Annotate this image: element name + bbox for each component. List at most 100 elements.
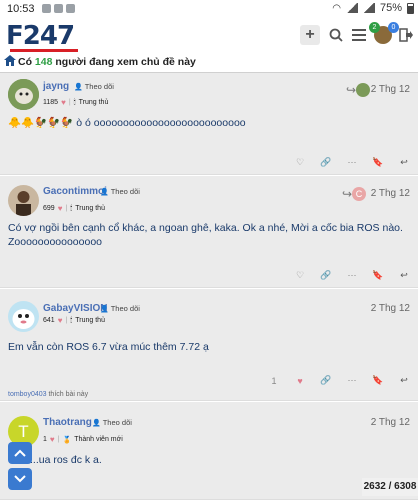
follow-button[interactable]: Theo dõi	[100, 304, 140, 313]
separator: |	[65, 317, 68, 324]
more-icon[interactable]: ⋯	[346, 157, 358, 168]
post-actions: ♡ 🔗 ⋯ 🔖 ↩	[294, 270, 410, 281]
site-header: F247 + 2 0	[0, 18, 418, 52]
link-icon[interactable]: 🔗	[320, 157, 332, 168]
liked-by-text: thích bài này	[48, 391, 89, 398]
rank-icon: 🕯	[70, 204, 73, 212]
status-bar: 10:53 ◠ 75%	[0, 0, 418, 18]
reply-icon[interactable]: ↩	[398, 375, 410, 386]
follow-button[interactable]: Theo dõi	[92, 418, 132, 427]
rank-icon: 🕯	[70, 316, 73, 324]
status-time: 10:53	[7, 3, 35, 15]
notification-badge: 2	[369, 22, 380, 33]
like-count[interactable]: 1	[268, 376, 280, 386]
avatar[interactable]	[8, 301, 39, 332]
reply-icon[interactable]: ↩	[398, 157, 410, 168]
more-icon[interactable]: ⋯	[346, 270, 358, 281]
post-content: 🐥🐥🐓🐓🐓 ò ó oooooooooooooooooooooooooo	[8, 117, 246, 129]
link-icon[interactable]: 🔗	[320, 375, 332, 386]
liked-by-line: tomboy0403 thích bài này	[8, 391, 88, 398]
follow-button[interactable]: Theo dõi	[100, 187, 140, 196]
like-icon[interactable]: ♥	[294, 376, 306, 386]
post-item: GabayVISION Theo dõi 641 ♥ | 🕯 Trung thủ…	[0, 289, 418, 401]
separator: |	[57, 436, 60, 443]
user-meta: 1 ♥ | 🏅 Thành viên mới	[43, 435, 123, 444]
rank-icon: 🏅	[62, 436, 72, 444]
post-actions: ♡ 🔗 ⋯ 🔖 ↩	[294, 157, 410, 168]
heart-icon: ♥	[49, 435, 55, 444]
online-suffix: người đang xem chủ đề này	[55, 56, 196, 68]
more-icon[interactable]: ⋯	[346, 375, 358, 386]
reply-icon[interactable]: ↩	[398, 270, 410, 281]
logout-icon[interactable]	[396, 25, 416, 45]
post-actions: 1 ♥ 🔗 ⋯ 🔖 ↩	[268, 375, 410, 386]
user-rank: Trung thủ	[75, 205, 105, 212]
heart-icon: ♥	[57, 204, 63, 213]
link-icon[interactable]: 🔗	[320, 270, 332, 281]
like-total: 641	[43, 317, 55, 324]
user-meta: 699 ♥ | 🕯 Trung thủ	[43, 204, 105, 213]
like-total: 699	[43, 205, 55, 212]
online-viewers: Có 148 người đang xem chủ đề này	[0, 54, 418, 70]
post-date[interactable]: 2 Thg 12	[371, 84, 410, 95]
liked-by-user[interactable]: tomboy0403	[8, 391, 47, 398]
post-item: jayng Theo dõi 1185 ♥ | 🕯 Trung thủ ↪ 2 …	[0, 73, 418, 175]
logo-underline	[10, 49, 78, 52]
like-total: 1	[43, 436, 47, 443]
avatar[interactable]	[8, 79, 39, 110]
post-item: T Thaotrang Theo dõi 1 ♥ | 🏅 Thành viên …	[0, 402, 418, 500]
new-topic-button[interactable]: +	[300, 25, 320, 45]
site-logo[interactable]: F247	[6, 21, 75, 51]
battery-icon	[407, 2, 414, 14]
avatar[interactable]	[8, 185, 39, 216]
signal-icon	[345, 3, 358, 13]
user-meta: 641 ♥ | 🕯 Trung thủ	[43, 316, 105, 325]
bookmark-icon[interactable]: 🔖	[372, 157, 384, 168]
user-meta: 1185 ♥ | 🕯 Trung thủ	[43, 98, 108, 107]
menu-icon[interactable]	[349, 25, 369, 45]
user-rank: Trung thủ	[78, 99, 109, 106]
like-icon[interactable]: ♡	[294, 157, 306, 168]
follow-button[interactable]: Theo dõi	[74, 82, 114, 91]
heart-icon: ♥	[61, 98, 66, 107]
rank-icon: 🕯	[73, 98, 76, 106]
post-date[interactable]: 2 Thg 12	[371, 417, 410, 428]
user-rank: Trung thủ	[75, 317, 105, 324]
post-progress-counter[interactable]: 2632 / 6308	[362, 478, 418, 496]
bookmark-icon[interactable]: 🔖	[372, 270, 384, 281]
home-icon[interactable]	[4, 55, 16, 69]
separator: |	[68, 99, 71, 106]
username-link[interactable]: Gacontimmoi	[43, 186, 107, 197]
post-date[interactable]: 2 Thg 12	[371, 188, 410, 199]
username-link[interactable]: GabayVISION	[43, 303, 107, 314]
app-notification-icon	[54, 4, 63, 13]
like-icon[interactable]: ♡	[294, 270, 306, 281]
scroll-down-button[interactable]	[8, 468, 32, 490]
username-link[interactable]: Thaotrang	[43, 417, 92, 428]
post-content: ...ua ros đc k a.	[30, 454, 102, 466]
like-total: 1185	[43, 99, 59, 106]
wifi-icon: ◠	[332, 2, 341, 14]
post-item: Gacontimmoi Theo dõi 699 ♥ | 🕯 Trung thủ…	[0, 176, 418, 288]
reply-to-icon[interactable]: ↪	[346, 83, 356, 97]
post-content: Em vẫn còn ROS 6.7 vừa múc thêm 7.72 ạ	[8, 341, 209, 353]
heart-icon: ♥	[57, 316, 63, 325]
online-prefix: Có	[18, 56, 32, 68]
username-link[interactable]: jayng	[43, 81, 69, 92]
online-text: Có 148 người đang xem chủ đề này	[18, 56, 196, 68]
post-content: Có vợ ngồi bên cạnh cổ khác, a ngoan ghê…	[8, 222, 403, 248]
bookmark-icon[interactable]: 🔖	[372, 375, 384, 386]
reply-avatar[interactable]: C	[352, 187, 366, 201]
signal-icon	[362, 3, 375, 13]
app-notification-icon	[42, 4, 51, 13]
reply-avatar[interactable]	[356, 83, 370, 97]
separator: |	[65, 205, 68, 212]
scroll-up-button[interactable]	[8, 442, 32, 464]
reply-to-icon[interactable]: ↪	[342, 187, 352, 201]
online-count: 148	[34, 56, 53, 68]
battery-percent: 75%	[379, 2, 402, 14]
app-notification-icon	[66, 4, 75, 13]
search-icon[interactable]	[326, 25, 346, 45]
post-date[interactable]: 2 Thg 12	[371, 303, 410, 314]
user-rank: Thành viên mới	[74, 436, 123, 443]
